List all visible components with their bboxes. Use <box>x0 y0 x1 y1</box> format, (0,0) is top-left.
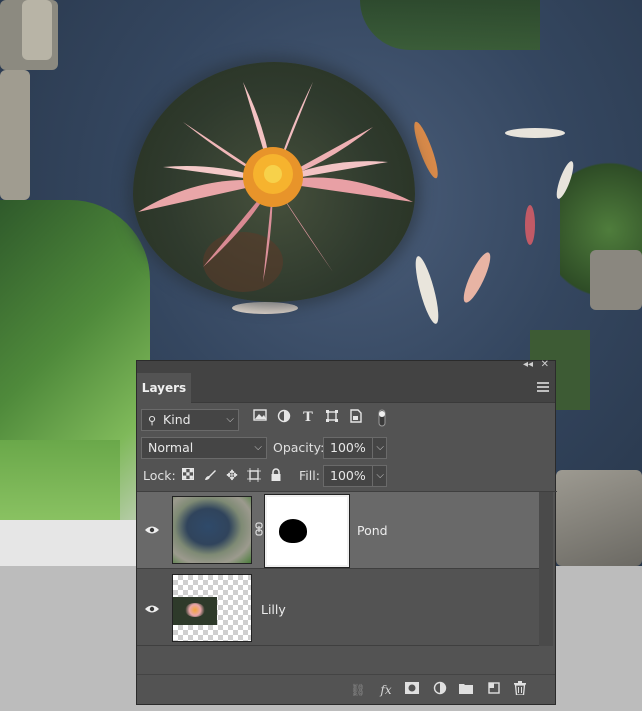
lily-flower-graphic <box>138 82 413 292</box>
rock <box>590 250 642 310</box>
mask-shape <box>279 519 307 543</box>
koi-fish <box>505 128 565 138</box>
panel-title-bar[interactable]: ◂◂ ✕ <box>137 359 555 373</box>
layer-thumbnail-pond <box>172 496 252 564</box>
layer-name-pond[interactable]: Pond <box>357 523 388 538</box>
adjustment-layer-icon[interactable] <box>431 681 449 699</box>
layer-row-pond[interactable]: Pond <box>137 492 539 569</box>
rock <box>0 70 30 200</box>
koi-fish <box>410 119 442 181</box>
koi-fish <box>525 205 535 245</box>
fill-field[interactable]: 100% ⌵ <box>323 465 387 487</box>
new-group-icon[interactable] <box>457 681 475 699</box>
tab-layers[interactable]: Layers <box>137 373 191 403</box>
smart-object-filter-icon[interactable] <box>347 409 365 427</box>
filter-kind-label: Kind <box>163 412 191 427</box>
opacity-label: Opacity: <box>273 440 325 455</box>
rock <box>22 0 52 60</box>
eye-icon[interactable] <box>145 524 161 534</box>
new-layer-icon[interactable] <box>485 681 503 699</box>
panel-tab-bar: Layers <box>137 373 555 403</box>
filter-toggle-icon[interactable] <box>373 409 391 427</box>
blend-mode-dropdown[interactable]: Normal ⌵ <box>141 437 267 459</box>
filter-kind-dropdown[interactable]: ⚲ Kind ⌵ <box>141 409 239 431</box>
type-filter-icon[interactable]: T <box>299 409 317 427</box>
fill-value: 100% <box>330 468 366 483</box>
lock-transparent-pixels-icon[interactable] <box>180 468 196 484</box>
panel-bottom-bar: ⛓ fx <box>137 674 555 704</box>
lock-position-icon[interactable]: ✥ <box>224 468 240 484</box>
fill-label: Fill: <box>299 468 320 483</box>
koi-fish <box>411 254 443 326</box>
chevron-down-icon[interactable]: ⌵ <box>372 438 384 458</box>
link-icon[interactable] <box>255 522 263 536</box>
rock <box>556 470 642 566</box>
rock <box>0 520 140 566</box>
lock-all-icon[interactable] <box>268 468 284 484</box>
foliage <box>360 0 540 50</box>
lock-artboard-icon[interactable] <box>246 468 262 484</box>
lock-image-pixels-icon[interactable] <box>202 468 218 484</box>
layers-panel: ◂◂ ✕ Layers ⚲ Kind ⌵ T Normal ⌵ Opacity:… <box>136 359 557 705</box>
chevron-down-icon: ⌵ <box>226 414 234 425</box>
eye-icon[interactable] <box>145 603 161 613</box>
panel-menu-icon[interactable] <box>537 382 549 392</box>
blend-mode-value: Normal <box>148 440 194 455</box>
layer-thumbnail-lilly <box>172 574 252 642</box>
chevron-down-icon: ⌵ <box>254 442 262 453</box>
water-lily-image <box>133 62 415 302</box>
opacity-field[interactable]: 100% ⌵ <box>323 437 387 459</box>
layer-name-lilly[interactable]: Lilly <box>261 602 286 617</box>
image-filter-icon[interactable] <box>251 409 269 427</box>
layer-style-icon[interactable]: fx <box>377 681 395 699</box>
close-panel-icon[interactable]: ✕ <box>541 359 549 370</box>
adjustment-filter-icon[interactable] <box>275 409 293 427</box>
lily-thumbnail-content <box>173 597 217 625</box>
layers-scrollbar[interactable] <box>539 492 553 646</box>
layer-row-lilly[interactable]: Lilly <box>137 569 539 646</box>
koi-fish <box>459 249 495 306</box>
opacity-value: 100% <box>330 440 366 455</box>
chevron-down-icon[interactable]: ⌵ <box>372 466 384 486</box>
delete-layer-icon[interactable] <box>511 681 529 699</box>
link-layers-icon[interactable]: ⛓ <box>349 681 367 699</box>
search-icon: ⚲ <box>148 414 157 427</box>
shape-filter-icon[interactable] <box>323 409 341 427</box>
koi-fish <box>232 302 298 314</box>
layers-list: Pond Lilly <box>137 491 557 646</box>
collapse-panel-icon[interactable]: ◂◂ <box>523 359 533 370</box>
layer-mask-thumbnail[interactable] <box>264 494 350 568</box>
lock-label: Lock: <box>143 468 176 483</box>
add-mask-icon[interactable] <box>403 681 421 699</box>
